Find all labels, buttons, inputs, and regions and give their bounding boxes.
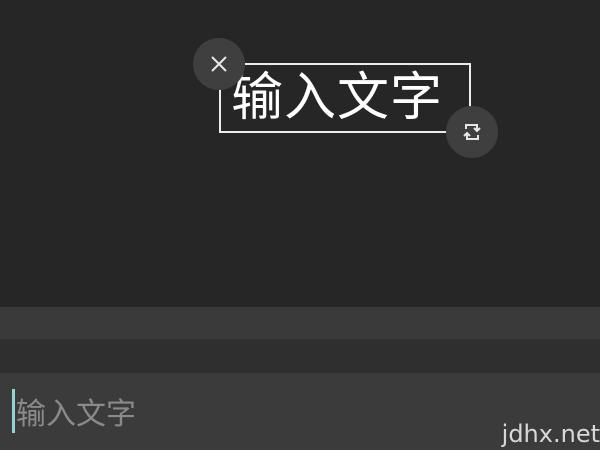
text-sticker[interactable]: 输入文字 — [219, 63, 471, 133]
editing-canvas: 输入文字 — [0, 0, 600, 307]
close-icon — [211, 56, 227, 72]
text-input-bar: 输入文字 jdhx.net — [0, 373, 600, 450]
sticker-text: 输入文字 — [231, 68, 444, 128]
rotate-scale-button[interactable] — [446, 106, 498, 158]
toolbar-strip — [0, 307, 600, 339]
delete-sticker-button[interactable] — [193, 38, 245, 90]
watermark-text: jdhx.net — [501, 420, 600, 448]
input-placeholder: 输入文字 — [16, 397, 136, 432]
text-cursor — [12, 389, 15, 433]
text-editor-screen: 输入文字 输入文字 jdhx.net — [0, 0, 600, 450]
text-input-field[interactable]: 输入文字 — [12, 385, 492, 437]
toolbar-divider-strip — [0, 339, 600, 373]
rotate-scale-icon — [463, 124, 481, 140]
